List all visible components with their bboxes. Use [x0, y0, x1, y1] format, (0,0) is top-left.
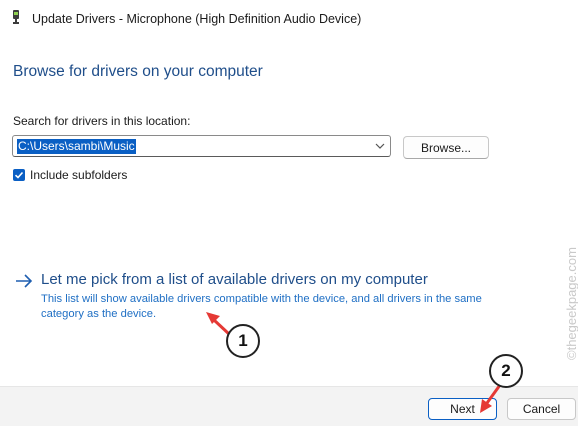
include-subfolders-label[interactable]: Include subfolders — [30, 168, 127, 182]
watermark: ©thegeekpage.com — [548, 200, 578, 360]
search-location-label: Search for drivers in this location: — [13, 114, 191, 128]
include-subfolders-checkbox[interactable] — [13, 169, 25, 181]
annotation-badge-2: 2 — [489, 354, 523, 388]
browse-button[interactable]: Browse... — [403, 136, 489, 159]
arrow-right-icon — [16, 274, 33, 288]
page-title: Browse for drivers on your computer — [13, 63, 263, 80]
annotation-badge-1: 1 — [226, 324, 260, 358]
pick-link-title[interactable]: Let me pick from a list of available dri… — [41, 271, 428, 288]
search-location-combobox[interactable]: C:\Users\sambi\Music — [12, 135, 391, 157]
pick-driver-list-link[interactable]: Let me pick from a list of available dri… — [15, 270, 495, 320]
microphone-device-icon — [13, 10, 19, 24]
window-title: Update Drivers - Microphone (High Defini… — [32, 12, 362, 26]
pick-link-description: This list will show available drivers co… — [41, 293, 482, 320]
cancel-button[interactable]: Cancel — [507, 398, 576, 420]
watermark-text: ©thegeekpage.com — [564, 247, 578, 360]
chevron-down-icon[interactable] — [374, 140, 386, 152]
search-location-value[interactable]: C:\Users\sambi\Music — [17, 139, 136, 154]
title-bar: Update Drivers - Microphone (High Defini… — [0, 0, 578, 36]
next-button[interactable]: Next — [428, 398, 497, 420]
checkmark-icon — [14, 171, 24, 179]
